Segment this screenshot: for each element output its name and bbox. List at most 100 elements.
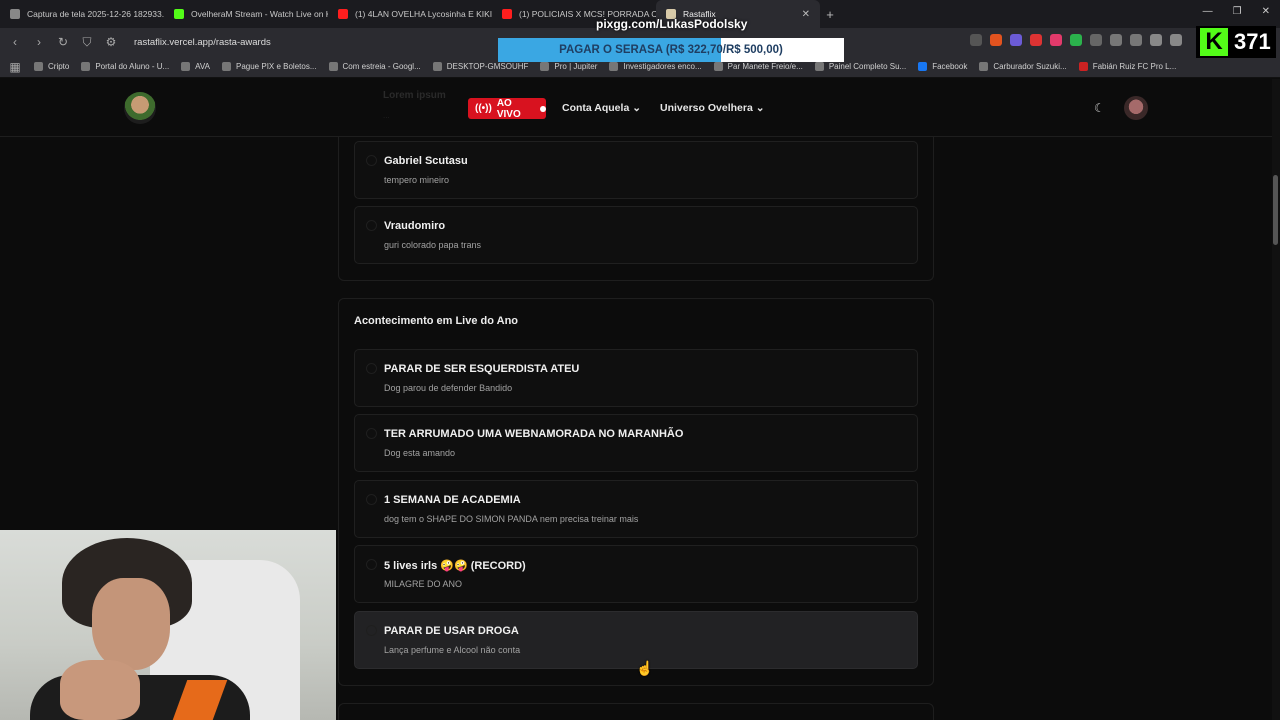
nominee-card[interactable]: PARAR DE SER ESQUERDISTA ATEU Dog parou …: [354, 349, 918, 407]
nominee-card[interactable]: TER ARRUMADO UMA WEBNAMORADA NO MARANHÃO…: [354, 414, 918, 472]
mouse-cursor-icon: ☝: [636, 660, 654, 676]
faded-card-subtitle: ...: [383, 111, 390, 120]
site-logo[interactable]: [124, 92, 156, 124]
new-tab-button[interactable]: +: [820, 7, 840, 22]
radio-button[interactable]: [366, 625, 377, 636]
bookmark-item[interactable]: Investigadores enco...: [609, 62, 702, 71]
bookmark-item[interactable]: Painel Completo Su...: [814, 62, 906, 71]
nominee-card[interactable]: 1 SEMANA DE ACADEMIA dog tem o SHAPE DO …: [354, 480, 918, 538]
streamer-face: [92, 578, 170, 670]
live-dot-icon: [540, 105, 546, 112]
close-window-icon[interactable]: ✕: [1262, 6, 1270, 17]
donation-goal-bar: PAGAR O SERASA (R$ 322,70/R$ 500,00): [498, 38, 844, 62]
bookmark-item[interactable]: Carburador Suzuki...: [979, 62, 1067, 71]
minimize-icon[interactable]: —: [1203, 6, 1213, 17]
nominee-card[interactable]: 5 lives irls 🤪🤪 (RECORD) MILAGRE DO ANO: [354, 545, 918, 603]
nav-conta-aquela[interactable]: Conta Aquela ⌄: [562, 102, 641, 114]
user-avatar[interactable]: [1124, 96, 1148, 120]
bookmark-favicon-icon: [540, 62, 550, 71]
bookmark-item[interactable]: Facebook: [918, 62, 967, 71]
award-section: [338, 703, 934, 720]
nav-universo-ovelhera[interactable]: Universo Ovelhera ⌄: [660, 102, 765, 114]
forward-icon[interactable]: ›: [32, 35, 46, 49]
bookmark-icon[interactable]: ⛉: [80, 35, 94, 50]
bookmark-favicon-icon: [979, 62, 989, 71]
section-title: Acontecimento em Live do Ano: [354, 315, 519, 327]
site-settings-icon[interactable]: ⚙: [104, 35, 118, 49]
chevron-down-icon: ⌄: [632, 102, 642, 114]
radio-button[interactable]: [366, 494, 377, 505]
youtube-icon: [338, 9, 348, 19]
extension-icon[interactable]: [1050, 34, 1062, 46]
award-section: Acontecimento em Live do Ano PARAR DE SE…: [338, 298, 934, 686]
nominee-card[interactable]: Vraudomiro guri colorado papa trans: [354, 206, 918, 264]
bookmark-item[interactable]: Portal do Aluno - U...: [81, 62, 169, 71]
bookmark-favicon-icon: [814, 62, 824, 71]
bookmark-item[interactable]: Pague PIX e Boletos...: [222, 62, 317, 71]
viewer-count: 371: [1234, 29, 1271, 54]
bookmark-item[interactable]: Com estreia - Googl...: [328, 62, 421, 71]
faded-card-title: Lorem ipsum: [383, 90, 446, 101]
extension-icon[interactable]: [1090, 34, 1102, 46]
tab-youtube-1[interactable]: (1) 4LAN OVELHA Lycosinha E KIKIRA...: [328, 0, 492, 28]
tab-kick-stream[interactable]: OvelheraM Stream - Watch Live on K...: [164, 0, 328, 28]
bookmark-item[interactable]: Fabián Ruiz FC Pro L...: [1078, 62, 1176, 71]
kick-logo-icon: K: [1200, 28, 1228, 56]
extension-icon[interactable]: [1130, 34, 1142, 46]
bookmark-favicon-icon: [432, 62, 442, 71]
goal-text: PAGAR O SERASA (R$ 322,70/R$ 500,00): [559, 44, 783, 56]
google-icon: [328, 62, 338, 71]
close-tab-icon[interactable]: ✕: [802, 9, 810, 20]
folder-icon: [34, 62, 43, 71]
webcam-overlay: [0, 530, 336, 720]
nominee-card[interactable]: Gabriel Scutasu tempero mineiro: [354, 141, 918, 199]
pix-link-overlay: pixgg.com/LukasPodolsky: [596, 17, 748, 31]
bookmark-favicon-icon: [81, 62, 91, 71]
bookmark-item[interactable]: Cripto: [34, 62, 69, 71]
streamer-hand: [60, 660, 140, 720]
extension-icon[interactable]: [1030, 34, 1042, 46]
bookmark-item[interactable]: DESKTOP-GMSOUHF: [432, 62, 528, 71]
radio-button[interactable]: [366, 220, 377, 231]
site-header: ((•)) AO VIVO Conta Aquela ⌄ Universo Ov…: [0, 79, 1272, 137]
address-bar[interactable]: rastaflix.vercel.app/rasta-awards: [134, 37, 271, 48]
media-icon[interactable]: [1150, 34, 1162, 46]
award-section: Gabriel Scutasu tempero mineiro Vraudomi…: [338, 137, 934, 281]
bookmark-favicon-icon: [222, 62, 231, 71]
brave-shield-icon[interactable]: [990, 34, 1002, 46]
radio-button[interactable]: [366, 559, 377, 570]
reload-icon[interactable]: ↻: [56, 35, 70, 49]
radio-button[interactable]: [366, 428, 377, 439]
bookmark-favicon-icon: [181, 62, 191, 71]
live-button[interactable]: ((•)) AO VIVO: [468, 98, 546, 120]
viewer-counter: K 371: [1196, 26, 1276, 58]
extension-icon[interactable]: [1070, 34, 1082, 46]
bookmark-item[interactable]: Pro | Jupiter: [540, 62, 597, 71]
kick-icon: [174, 9, 184, 19]
bookmark-item[interactable]: AVA: [181, 62, 210, 71]
facebook-icon: [918, 62, 928, 71]
back-icon[interactable]: ‹: [8, 35, 22, 49]
scrollbar-thumb[interactable]: [1273, 175, 1278, 245]
bookmark-item[interactable]: Par Manete Freio/e...: [713, 62, 803, 71]
bookmark-favicon-icon: [609, 62, 619, 71]
broadcast-icon: ((•)): [475, 103, 492, 114]
apps-grid-icon[interactable]: ▦: [8, 60, 22, 74]
window-controls: — ❐ ✕: [1203, 6, 1270, 17]
bookmark-favicon-icon: [713, 62, 723, 71]
page-scrollbar[interactable]: [1272, 79, 1280, 720]
chevron-down-icon: ⌄: [755, 102, 765, 114]
extensions-row: [970, 34, 1182, 46]
extension-icon[interactable]: [1010, 34, 1022, 46]
radio-button[interactable]: [366, 155, 377, 166]
puzzle-icon[interactable]: [1110, 34, 1122, 46]
bookmark-favicon-icon: [1078, 62, 1088, 71]
theme-toggle-moon-icon[interactable]: ☾: [1094, 101, 1105, 115]
youtube-icon: [502, 9, 512, 19]
share-icon[interactable]: [970, 34, 982, 46]
sidebar-icon[interactable]: [1170, 34, 1182, 46]
restore-icon[interactable]: ❐: [1233, 6, 1242, 17]
image-icon: [10, 9, 20, 19]
radio-button[interactable]: [366, 363, 377, 374]
tab-screenshot[interactable]: Captura de tela 2025-12-26 182933...: [0, 0, 164, 28]
